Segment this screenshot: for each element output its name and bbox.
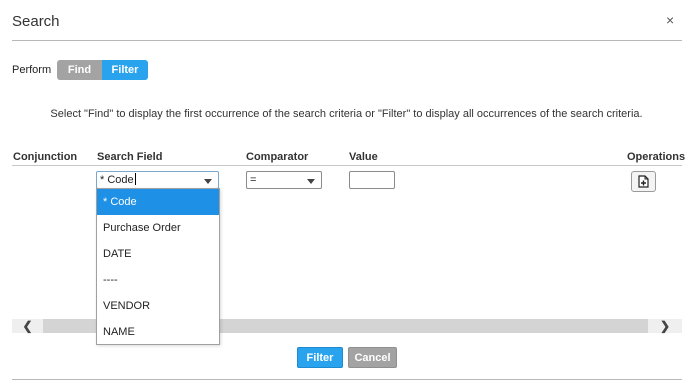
instructions-text: Select "Find" to display the first occur… [0, 108, 695, 120]
scroll-right-button[interactable]: ❯ [648, 319, 682, 333]
column-header-conjunction: Conjunction [13, 151, 78, 163]
chevron-down-icon [307, 179, 315, 184]
comparator-value: = [250, 174, 257, 186]
column-header-search-field: Search Field [97, 151, 163, 163]
dialog-title: Search [12, 13, 60, 30]
chevron-left-icon: ❮ [22, 319, 33, 333]
search-field-select[interactable]: * Code [96, 171, 219, 189]
dropdown-option-vendor[interactable]: VENDOR [97, 293, 219, 319]
dropdown-option-purchase-order[interactable]: Purchase Order [97, 215, 219, 241]
find-toggle[interactable]: Find [57, 60, 102, 80]
dropdown-option-code[interactable]: * Code [97, 189, 219, 215]
chevron-down-icon [204, 179, 212, 184]
search-field-selected-text: * Code [100, 172, 136, 189]
title-divider [12, 40, 682, 41]
header-divider [12, 165, 682, 166]
column-header-comparator: Comparator [246, 151, 309, 163]
filter-button[interactable]: Filter [297, 347, 343, 368]
comparator-select[interactable]: = [246, 171, 322, 189]
column-header-value: Value [349, 151, 378, 163]
cancel-button[interactable]: Cancel [348, 347, 397, 368]
add-row-button[interactable] [631, 171, 656, 192]
close-icon[interactable]: × [666, 12, 674, 28]
dropdown-option-separator[interactable]: ---- [97, 267, 219, 293]
text-cursor [134, 173, 136, 185]
dropdown-option-date[interactable]: DATE [97, 241, 219, 267]
filter-toggle[interactable]: Filter [102, 60, 148, 80]
chevron-right-icon: ❯ [659, 319, 671, 333]
scroll-left-button[interactable]: ❮ [12, 319, 43, 333]
footer-divider [12, 379, 682, 380]
perform-label: Perform [12, 64, 52, 76]
add-document-icon [638, 175, 649, 188]
search-field-dropdown: * Code Purchase Order DATE ---- VENDOR N… [96, 188, 220, 345]
value-input[interactable] [349, 171, 395, 189]
dropdown-option-name[interactable]: NAME [97, 319, 219, 345]
instructions-label: Select "Find" to display the first occur… [50, 108, 643, 120]
search-field-value: * Code [100, 174, 134, 186]
column-header-operations: Operations [627, 151, 686, 163]
